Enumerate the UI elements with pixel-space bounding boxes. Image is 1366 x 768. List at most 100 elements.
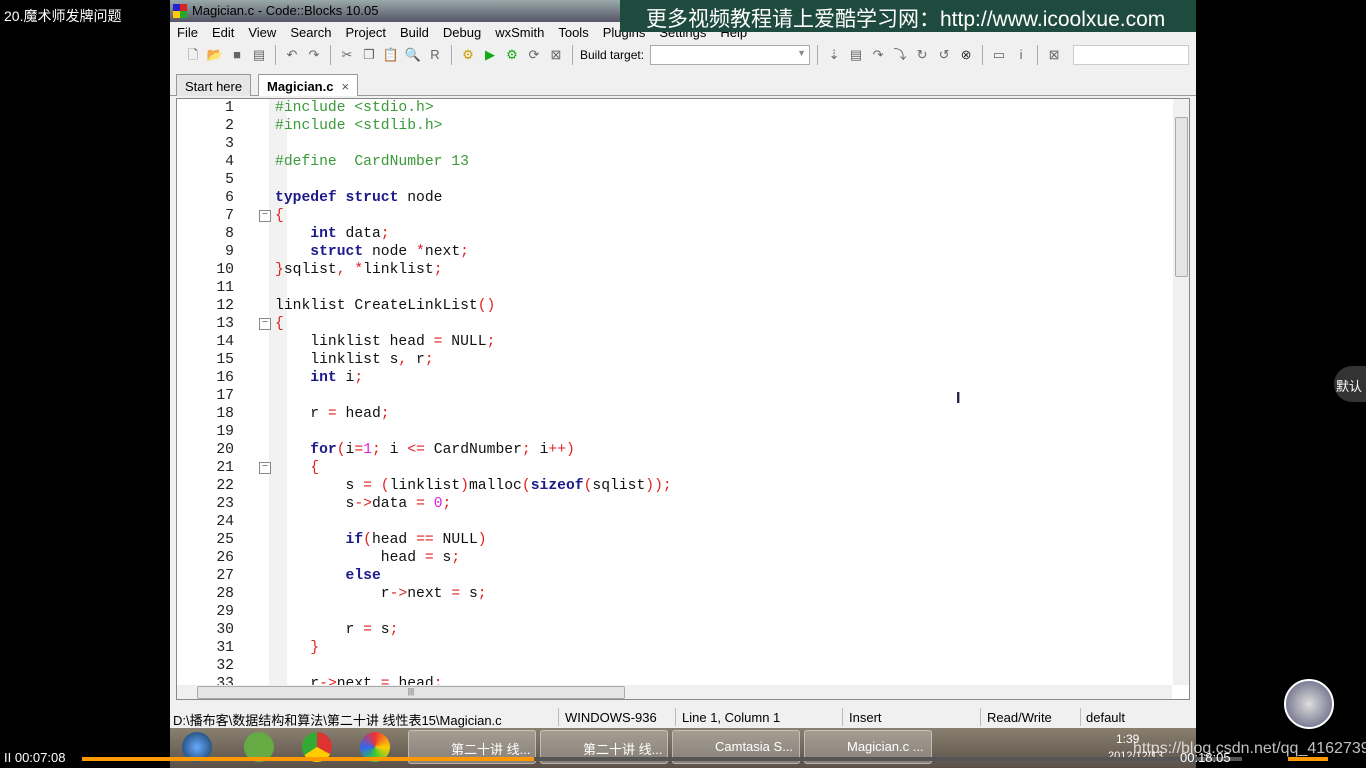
- menu-tools[interactable]: Tools: [551, 22, 595, 42]
- code-line[interactable]: 9 struct node *next;: [177, 243, 1172, 261]
- code-line[interactable]: 15 linklist s, r;: [177, 351, 1172, 369]
- code-line[interactable]: 18 r = head;: [177, 405, 1172, 423]
- progress-bar[interactable]: [82, 757, 1242, 761]
- code-line[interactable]: 1 #include <stdio.h>: [177, 99, 1172, 117]
- find-icon[interactable]: 🔍: [404, 46, 422, 64]
- code-line[interactable]: 13 −{: [177, 315, 1172, 333]
- undo-icon[interactable]: ↶: [283, 46, 301, 64]
- build-target-select[interactable]: ▼: [650, 45, 811, 65]
- code-editor[interactable]: 1 #include <stdio.h> 2 #include <stdlib.h> 3…: [176, 98, 1190, 700]
- toolbar-search-input[interactable]: [1073, 45, 1190, 65]
- code-token: ;: [477, 586, 487, 602]
- run-to-cursor-icon[interactable]: ▤: [847, 46, 865, 64]
- paste-icon[interactable]: 📋: [382, 46, 400, 64]
- fold-toggle-icon[interactable]: −: [259, 318, 271, 330]
- menu-search[interactable]: Search: [283, 22, 338, 42]
- code-line[interactable]: 26 head = s;: [177, 549, 1172, 567]
- step-out-icon[interactable]: ↻: [913, 46, 931, 64]
- scroll-thumb[interactable]: |||: [197, 686, 625, 699]
- clear-icon[interactable]: ⊠: [1045, 46, 1063, 64]
- save-icon[interactable]: ■: [228, 46, 246, 64]
- code-line[interactable]: 10}sqlist, *linklist;: [177, 261, 1172, 279]
- code-token: next: [336, 676, 381, 685]
- code-line[interactable]: 25 if(head == NULL): [177, 531, 1172, 549]
- code-token: =: [363, 622, 372, 638]
- code-line[interactable]: 2 #include <stdlib.h>: [177, 117, 1172, 135]
- codeblocks-window: Magician.c - Code::Blocks 10.05 File Edit…: [170, 0, 1196, 730]
- code-token: ;: [372, 442, 381, 458]
- code-text: int data;: [275, 225, 389, 243]
- menu-wxsmith[interactable]: wxSmith: [488, 22, 551, 42]
- step-into-icon[interactable]: ⤵: [891, 46, 909, 64]
- divider: [817, 45, 819, 65]
- menu-debug[interactable]: Debug: [436, 22, 488, 42]
- volume-slider[interactable]: [1288, 757, 1328, 761]
- code-line[interactable]: 16 int i;: [177, 369, 1172, 387]
- code-line[interactable]: 5: [177, 171, 1172, 189]
- build-run-icon[interactable]: ⚙: [503, 46, 521, 64]
- vertical-scrollbar[interactable]: [1173, 99, 1189, 685]
- stop-debug-icon[interactable]: ⊗: [957, 46, 975, 64]
- code-line[interactable]: 6 typedef struct node: [177, 189, 1172, 207]
- code-line[interactable]: 29: [177, 603, 1172, 621]
- menu-file[interactable]: File: [170, 22, 205, 42]
- code-line[interactable]: 33 r->next = head;: [177, 675, 1172, 685]
- debug-icon[interactable]: ⇣: [825, 46, 843, 64]
- code-token: int: [310, 226, 337, 242]
- open-icon[interactable]: 📂: [206, 46, 224, 64]
- tab-magician-c[interactable]: Magician.c ×: [258, 74, 359, 96]
- close-icon[interactable]: ×: [341, 79, 349, 94]
- menu-build[interactable]: Build: [393, 22, 436, 42]
- code-line[interactable]: 14 linklist head = NULL;: [177, 333, 1172, 351]
- new-file-icon[interactable]: 🗋: [184, 46, 202, 64]
- rebuild-icon[interactable]: ⟳: [525, 46, 543, 64]
- status-position: Line 1, Column 1: [682, 710, 781, 725]
- menu-project[interactable]: Project: [339, 22, 393, 42]
- copy-icon[interactable]: ❐: [360, 46, 378, 64]
- horizontal-scrollbar[interactable]: |||: [177, 685, 1172, 699]
- code-line[interactable]: 7 −{: [177, 207, 1172, 225]
- fold-toggle-icon[interactable]: −: [259, 462, 271, 474]
- code-line[interactable]: 8 int data;: [177, 225, 1172, 243]
- video-title: 20.魔术师发牌问题: [4, 8, 122, 24]
- code-line[interactable]: 30 r = s;: [177, 621, 1172, 639]
- menu-edit[interactable]: Edit: [205, 22, 241, 42]
- code-line[interactable]: 31 }: [177, 639, 1172, 657]
- fold-toggle-icon[interactable]: −: [259, 210, 271, 222]
- save-all-icon[interactable]: ▤: [250, 46, 268, 64]
- build-icon[interactable]: ⚙: [459, 46, 477, 64]
- code-line[interactable]: 27 else: [177, 567, 1172, 585]
- code-line[interactable]: 19: [177, 423, 1172, 441]
- redo-icon[interactable]: ↷: [305, 46, 323, 64]
- abort-icon[interactable]: ⊠: [547, 46, 565, 64]
- side-button[interactable]: 默认: [1334, 366, 1366, 402]
- next-instruction-icon[interactable]: ↺: [935, 46, 953, 64]
- tab-start-here[interactable]: Start here: [176, 74, 252, 96]
- code-token: s: [275, 478, 364, 494]
- line-number: 15: [216, 352, 234, 368]
- pause-icon[interactable]: II: [4, 750, 15, 765]
- tab-label: Magician.c: [267, 79, 334, 94]
- run-icon[interactable]: ▶: [481, 46, 499, 64]
- debug-windows-icon[interactable]: ▭: [990, 46, 1008, 64]
- code-line[interactable]: 3: [177, 135, 1172, 153]
- menu-view[interactable]: View: [241, 22, 283, 42]
- code-line[interactable]: 12 linklist CreateLinkList(): [177, 297, 1172, 315]
- code-line[interactable]: 32: [177, 657, 1172, 675]
- next-line-icon[interactable]: ↷: [869, 46, 887, 64]
- code-line[interactable]: 4 #define CardNumber 13: [177, 153, 1172, 171]
- code-line[interactable]: 17: [177, 387, 1172, 405]
- replace-icon[interactable]: R: [426, 46, 444, 64]
- line-number: 25: [216, 532, 234, 548]
- code-area[interactable]: 1 #include <stdio.h> 2 #include <stdlib.h> 3…: [177, 99, 1172, 685]
- cut-icon[interactable]: ✂: [338, 46, 356, 64]
- scroll-thumb[interactable]: [1175, 117, 1188, 277]
- code-line[interactable]: 23 s->data = 0;: [177, 495, 1172, 513]
- info-icon[interactable]: i: [1012, 46, 1030, 64]
- code-line[interactable]: 28 r->next = s;: [177, 585, 1172, 603]
- code-line[interactable]: 21 − {: [177, 459, 1172, 477]
- code-line[interactable]: 20 for(i=1; i <= CardNumber; i++): [177, 441, 1172, 459]
- code-line[interactable]: 24: [177, 513, 1172, 531]
- code-line[interactable]: 22 s = (linklist)malloc(sizeof(sqlist));: [177, 477, 1172, 495]
- code-line[interactable]: 11: [177, 279, 1172, 297]
